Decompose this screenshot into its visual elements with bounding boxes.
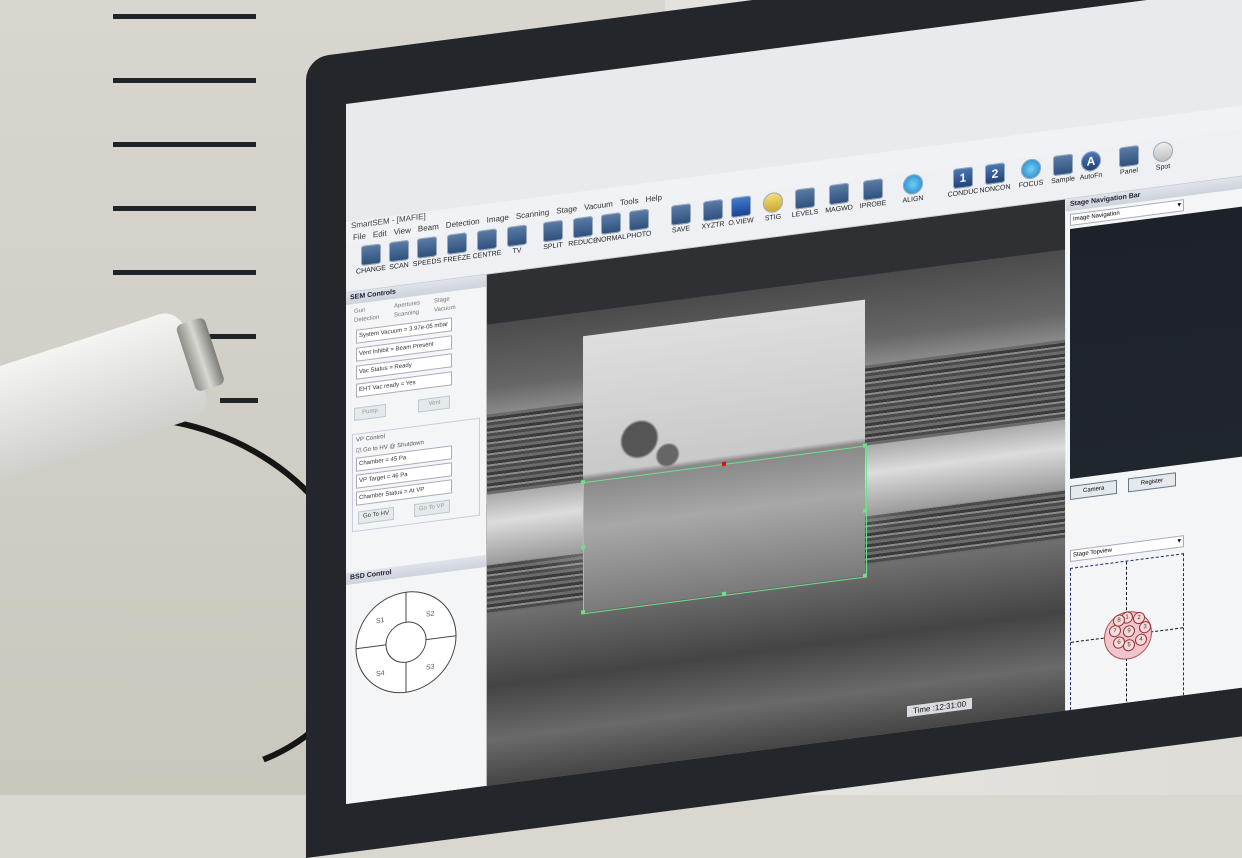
toolbar-photo-button[interactable]: PHOTO bbox=[618, 207, 660, 241]
tv-icon bbox=[507, 224, 527, 248]
chart-tick bbox=[113, 142, 256, 147]
toolbar-align-button[interactable]: ALIGN bbox=[892, 172, 934, 206]
toolbar-label: O.VIEW bbox=[728, 217, 754, 228]
segment-s3: S3 bbox=[426, 664, 435, 672]
sem-controls-panel: SEM Controls GunApertures Stage Detection… bbox=[346, 274, 487, 804]
focus-icon bbox=[1021, 157, 1041, 181]
monitor-screen: SmartSEM - [MAFIE] File Edit View Beam Detec… bbox=[346, 0, 1242, 804]
stage-topview-map[interactable]: 123456789 bbox=[1070, 553, 1184, 720]
selection-handle[interactable] bbox=[581, 609, 585, 615]
align-icon bbox=[903, 173, 923, 196]
autofn-icon: A bbox=[1081, 149, 1101, 173]
conduc-icon: 1 bbox=[953, 166, 973, 190]
pump-button[interactable]: Pump bbox=[354, 403, 386, 421]
vp-control-group: VP Control ☑ Go to HV @ Shutdown Chamber… bbox=[352, 417, 480, 533]
bsd-segments-diagram[interactable]: S1 S2 S3 S4 bbox=[346, 568, 476, 715]
toolbar-label: MAGWD bbox=[825, 204, 853, 215]
toolbar-label: ALIGN bbox=[902, 194, 924, 205]
go-to-vp-button[interactable]: Go To VP bbox=[413, 499, 450, 518]
menu-item-help[interactable]: Help bbox=[646, 193, 662, 204]
centre-icon bbox=[477, 228, 497, 251]
toolbar-spot-button[interactable]: Spot bbox=[1142, 139, 1184, 173]
menu-item-image[interactable]: Image bbox=[487, 213, 509, 225]
menu-item-file[interactable]: File bbox=[353, 231, 366, 242]
vent-button[interactable]: Vent bbox=[418, 395, 451, 413]
magwd-icon bbox=[829, 182, 849, 206]
toolbar-label: AutoFn bbox=[1079, 171, 1103, 182]
chart-tick bbox=[113, 270, 256, 275]
toolbar-label: PHOTO bbox=[626, 230, 652, 241]
chart-tick bbox=[113, 78, 256, 83]
selection-handle[interactable] bbox=[722, 591, 726, 597]
selection-handle[interactable] bbox=[581, 479, 585, 485]
oview-icon bbox=[731, 195, 751, 218]
noncon-icon: 2 bbox=[985, 162, 1005, 186]
selection-handle[interactable] bbox=[581, 544, 585, 550]
chart-tick bbox=[113, 14, 256, 19]
menu-item-beam[interactable]: Beam bbox=[418, 222, 439, 234]
selection-handle[interactable] bbox=[863, 573, 867, 578]
toolbar-label: NONCON bbox=[979, 183, 1011, 195]
menu-item-tools[interactable]: Tools bbox=[620, 196, 639, 207]
register-button[interactable]: Register bbox=[1127, 472, 1177, 493]
checkbox-icon[interactable]: ☑ bbox=[356, 448, 361, 455]
go-to-hv-button[interactable]: Go To HV bbox=[358, 506, 394, 525]
camera-button[interactable]: Camera bbox=[1070, 479, 1118, 500]
panel-icon bbox=[1119, 145, 1139, 168]
toolbar-label: SAVE bbox=[671, 225, 691, 235]
segment-s1: S1 bbox=[376, 617, 385, 625]
toolbar-label: SPLIT bbox=[543, 241, 563, 252]
toolbar-autofn-button[interactable]: A AutoFn bbox=[1070, 149, 1112, 183]
segment-s2: S2 bbox=[426, 611, 435, 619]
split-icon bbox=[543, 219, 563, 243]
toolbar-label: IPROBE bbox=[859, 199, 887, 211]
chart-tick bbox=[113, 206, 256, 211]
menu-item-edit[interactable]: Edit bbox=[373, 229, 387, 240]
iprobe-icon bbox=[863, 178, 883, 201]
toolbar-label: Panel bbox=[1120, 167, 1138, 177]
toolbar-label: STIG bbox=[764, 213, 782, 223]
selection-handle[interactable] bbox=[863, 508, 867, 513]
segment-s4: S4 bbox=[376, 670, 385, 678]
spot-icon bbox=[1153, 140, 1173, 164]
toolbar-iprobe-button[interactable]: IPROBE bbox=[852, 177, 894, 211]
toolbar-label: Spot bbox=[1155, 162, 1171, 172]
photo-icon bbox=[629, 208, 649, 232]
menu-item-view[interactable]: View bbox=[394, 226, 411, 237]
stig-icon bbox=[763, 191, 783, 214]
selection-center-marker[interactable] bbox=[722, 461, 726, 467]
freeze-icon bbox=[447, 232, 467, 255]
menu-item-stage[interactable]: Stage bbox=[556, 204, 577, 216]
camera-view bbox=[1070, 206, 1242, 479]
toolbar-label: LEVELS bbox=[791, 208, 819, 220]
save-icon bbox=[671, 203, 691, 226]
toolbar-label: FOCUS bbox=[1018, 179, 1044, 190]
sem-image-view[interactable]: Time :12:31:00 bbox=[487, 199, 1065, 795]
selection-handle[interactable] bbox=[863, 443, 867, 448]
toolbar-label: TV bbox=[512, 247, 522, 256]
stage-navigation-panel: Stage Navigation Bar Image Navigation Ca… bbox=[1066, 176, 1242, 720]
levels-icon bbox=[795, 187, 815, 210]
speeds-icon bbox=[417, 236, 437, 259]
